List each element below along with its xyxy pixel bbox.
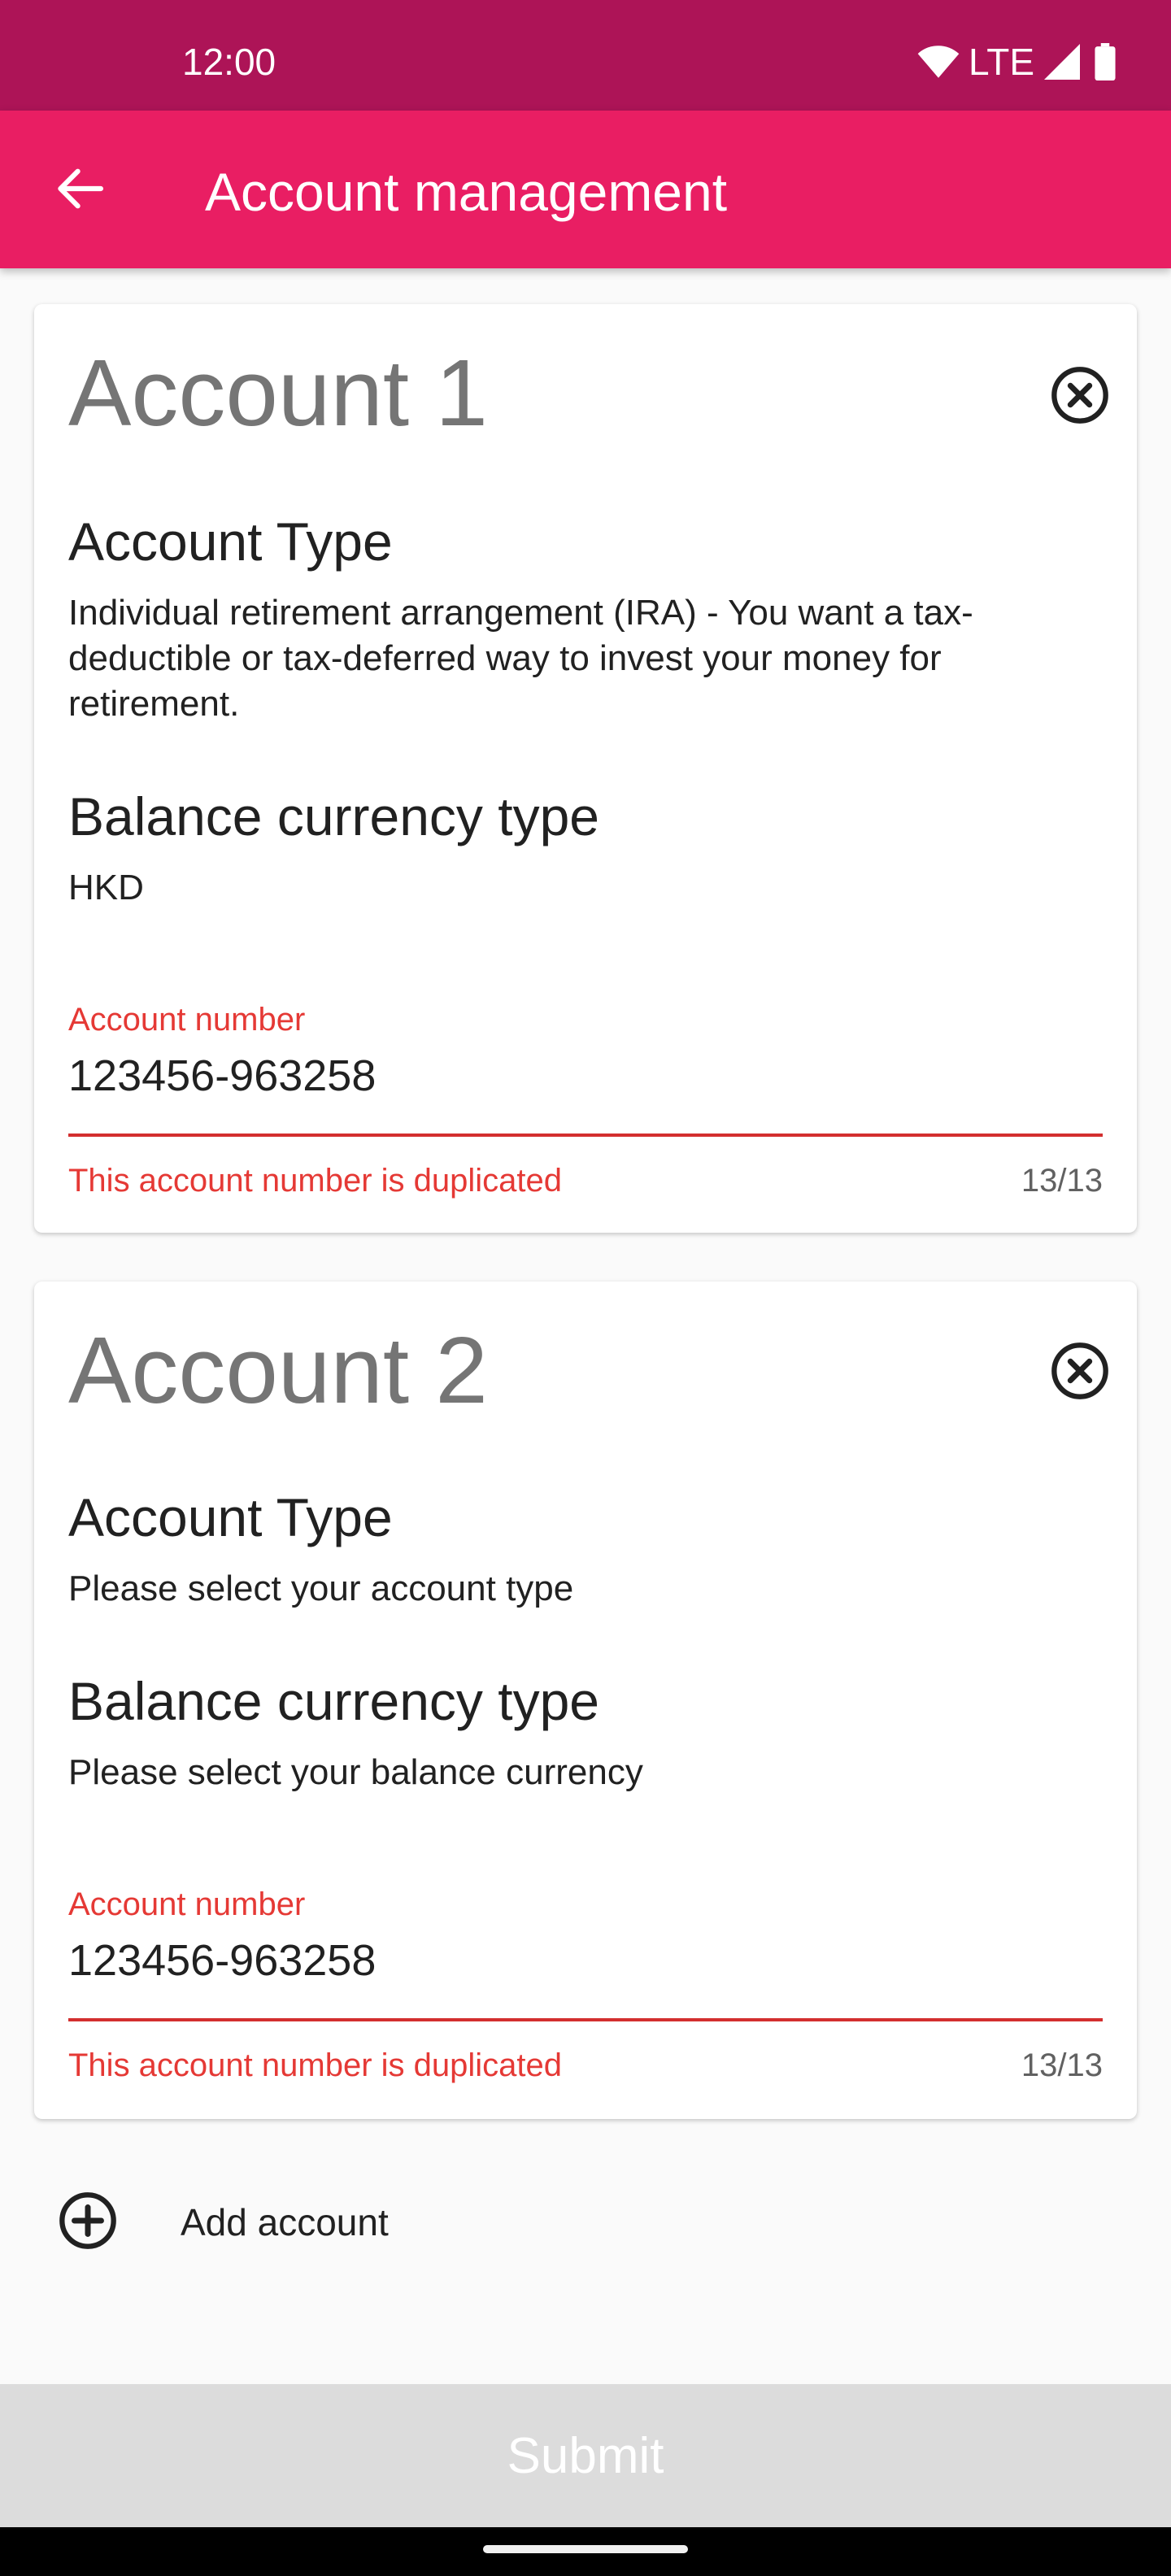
signal-icon [1044,44,1080,80]
close-circle-icon [1049,367,1111,429]
account-number-input[interactable] [68,1934,1101,1987]
remove-account-button[interactable] [1049,364,1111,426]
account-type-value[interactable]: Individual retirement arrangement (IRA) … [68,590,1101,727]
add-account-button[interactable]: Add account [57,2186,545,2259]
account-number-underline [68,2018,1103,2021]
arrow-back-icon [55,168,104,214]
status-time: 12:00 [182,41,276,83]
account-type-value[interactable]: Please select your account type [68,1566,1101,1612]
account-number-error: This account number is duplicated [68,1163,562,1199]
close-circle-icon [1049,1342,1111,1405]
app-bar: Account management [0,111,1171,268]
page-title: Account management [205,162,728,222]
account-card-1: Account 1 Account Type Individual retire… [34,304,1137,1233]
add-circle-icon [57,2190,119,2256]
add-account-label: Add account [181,2201,389,2243]
character-counter: 13/13 [1021,1163,1103,1199]
account-type-heading: Account Type [68,511,393,572]
account-number-label: Account number [68,1886,306,1922]
wifi-icon [916,44,960,80]
back-button[interactable] [47,162,112,219]
status-icons: LTE [916,39,1116,85]
currency-heading: Balance currency type [68,1671,600,1731]
submit-button[interactable]: Submit [0,2384,1171,2527]
account-number-underline [68,1134,1103,1137]
remove-account-button[interactable] [1049,1340,1111,1402]
account-card-title: Account 1 [68,340,488,446]
account-card-title: Account 2 [68,1317,488,1423]
account-number-label: Account number [68,1002,306,1038]
account-number-input[interactable] [68,1049,1101,1103]
navigation-bar [0,2527,1171,2576]
battery-icon [1095,43,1116,80]
account-number-error: This account number is duplicated [68,2047,562,2083]
character-counter: 13/13 [1021,2047,1103,2083]
currency-heading: Balance currency type [68,786,600,846]
currency-value[interactable]: Please select your balance currency [68,1750,1101,1795]
account-card-2: Account 2 Account Type Please select you… [34,1281,1137,2119]
network-label: LTE [969,41,1034,83]
home-gesture-handle[interactable] [483,2545,688,2553]
currency-value[interactable]: HKD [68,865,1101,911]
account-type-heading: Account Type [68,1487,393,1547]
status-bar: 12:00 LTE [0,0,1171,111]
